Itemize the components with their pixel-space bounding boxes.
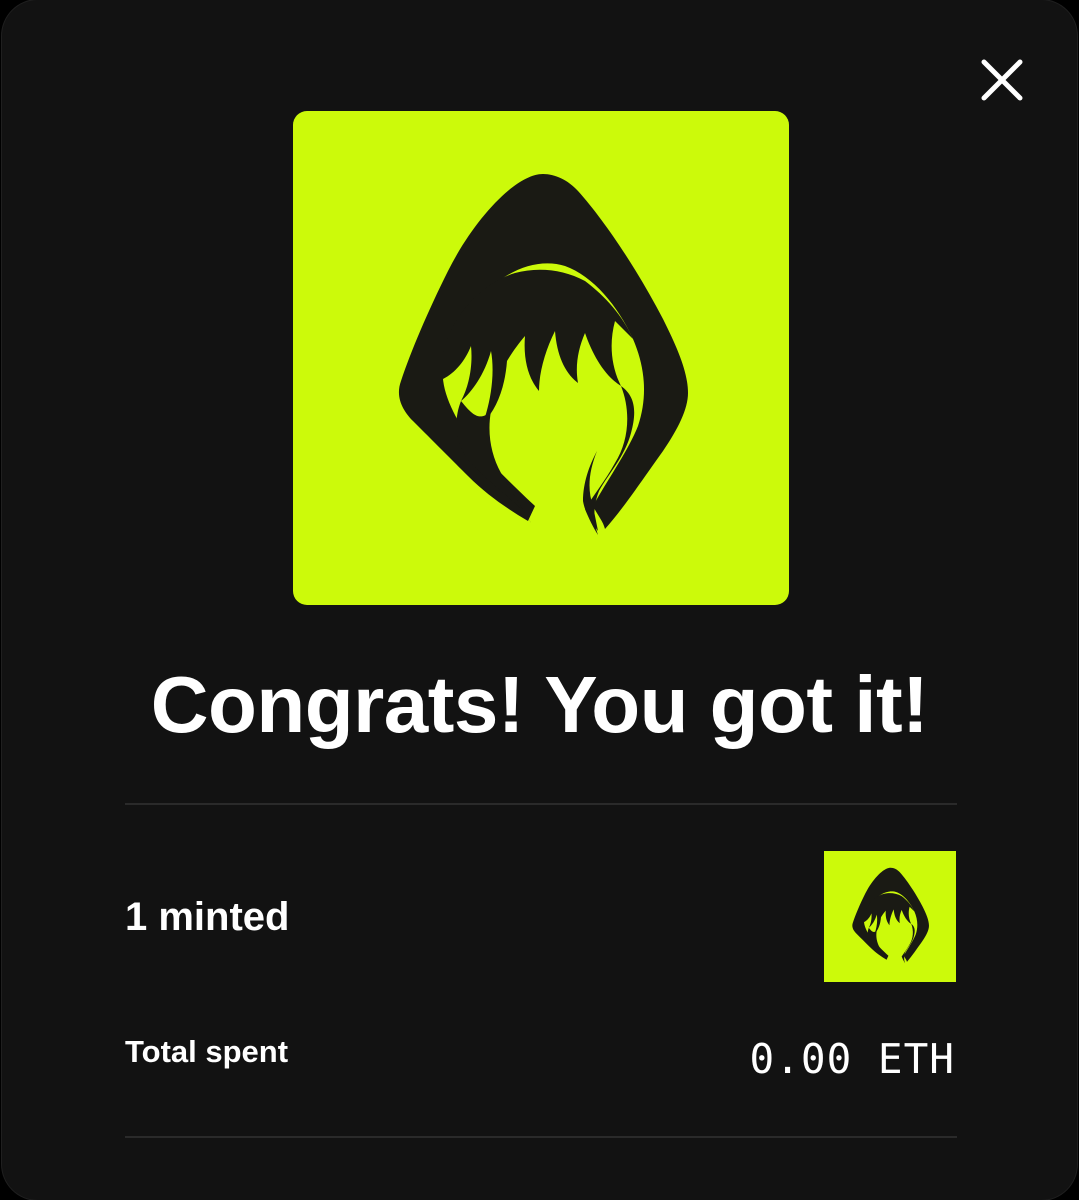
total-spent-value: 0.00 ETH xyxy=(749,1035,955,1083)
nft-thumbnail xyxy=(824,851,956,982)
hooded-figure-thumbnail xyxy=(852,867,929,964)
divider xyxy=(125,1136,957,1138)
total-spent-label: Total spent xyxy=(125,1034,289,1069)
close-button[interactable] xyxy=(974,52,1030,108)
hooded-figure-artwork xyxy=(398,174,688,535)
minted-count: 1 minted xyxy=(125,895,290,939)
close-icon xyxy=(981,59,1023,101)
divider xyxy=(125,803,957,805)
nft-artwork xyxy=(293,111,789,605)
mint-success-modal: Congrats! You got it! 1 minted Total spe… xyxy=(2,0,1077,1200)
page-title: Congrats! You got it! xyxy=(150,660,929,749)
